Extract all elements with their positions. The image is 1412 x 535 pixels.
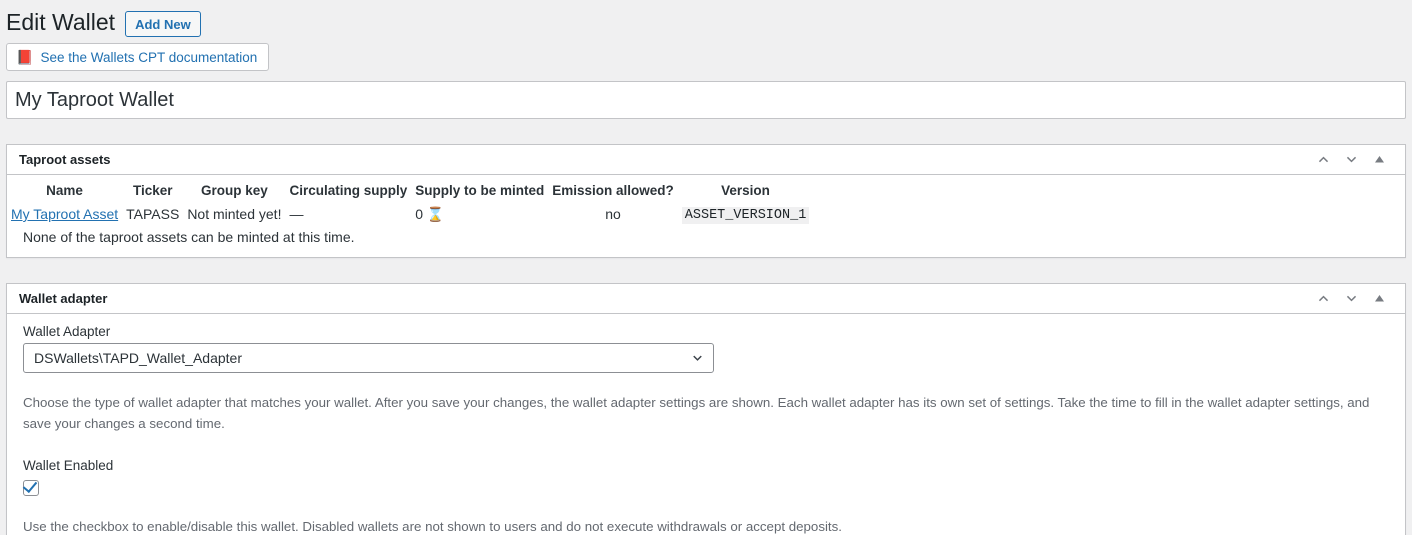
column-header-circulating-supply: Circulating supply bbox=[289, 183, 408, 198]
closed-book-icon: 📕 bbox=[16, 49, 34, 65]
cell-version: ASSET_VERSION_1 bbox=[678, 204, 814, 225]
documentation-link-button[interactable]: 📕 See the Wallets CPT documentation bbox=[6, 43, 270, 71]
cell-supply-to-be-minted: 0 ⌛ bbox=[411, 204, 548, 225]
wallet-adapter-select-row: DSWallets\TAPD_Wallet_Adapter bbox=[7, 343, 1405, 373]
taproot-assets-table-body: My Taproot Asset TAPASS Not minted yet! … bbox=[7, 204, 813, 225]
add-new-button[interactable]: Add New bbox=[125, 11, 201, 37]
cell-asset-name: My Taproot Asset bbox=[7, 204, 122, 225]
column-header-name: Name bbox=[46, 183, 83, 198]
toggle-panel-triangle-up-icon[interactable] bbox=[1365, 146, 1393, 174]
documentation-button-row: 📕 See the Wallets CPT documentation bbox=[0, 38, 1412, 71]
page-header: Edit Wallet Add New bbox=[0, 0, 1412, 38]
field-wallet-enabled: Wallet Enabled Use the checkbox to enabl… bbox=[7, 448, 1405, 535]
cell-emission-allowed: no bbox=[605, 206, 621, 222]
column-header-emission-allowed: Emission allowed? bbox=[552, 183, 674, 198]
taproot-assets-table: Name Ticker Group key Circulating supply… bbox=[7, 175, 813, 225]
cell-group-key: Not minted yet! bbox=[187, 206, 282, 222]
hourglass-icon: ⌛ bbox=[426, 205, 445, 222]
move-up-icon[interactable] bbox=[1309, 285, 1337, 313]
column-header-supply-to-be-minted: Supply to be minted bbox=[415, 183, 545, 198]
metabox-wallet-adapter-title: Wallet adapter bbox=[19, 291, 108, 306]
wallet-adapter-select[interactable]: DSWallets\TAPD_Wallet_Adapter bbox=[23, 343, 714, 373]
wallet-enabled-checkbox[interactable] bbox=[23, 479, 39, 496]
column-header-version: Version bbox=[721, 183, 770, 198]
metabox-wallet-adapter-header[interactable]: Wallet adapter bbox=[7, 284, 1405, 314]
column-header-ticker: Ticker bbox=[132, 183, 173, 198]
taproot-assets-note: None of the taproot assets can be minted… bbox=[23, 229, 355, 245]
supply-value: 0 bbox=[415, 205, 424, 222]
wallet-enabled-description: Use the checkbox to enable/disable this … bbox=[23, 519, 842, 535]
metabox-taproot-assets-actions bbox=[1309, 146, 1393, 174]
move-up-icon[interactable] bbox=[1309, 146, 1337, 174]
metabox-wallet-adapter-actions bbox=[1309, 285, 1393, 313]
move-down-icon[interactable] bbox=[1337, 285, 1365, 313]
taproot-assets-table-head: Name Ticker Group key Circulating supply… bbox=[7, 175, 813, 204]
table-header-row: Name Ticker Group key Circulating supply… bbox=[7, 175, 813, 204]
metabox-taproot-assets: Taproot assets Name Ticker Group key Cir… bbox=[6, 144, 1406, 258]
wallet-adapter-description: Choose the type of wallet adapter that m… bbox=[23, 395, 1370, 431]
field-wallet-adapter: Wallet Adapter DSWallets\TAPD_Wallet_Ada… bbox=[7, 314, 1405, 435]
wallet-enabled-checkbox-row bbox=[7, 477, 1405, 497]
toggle-panel-triangle-up-icon[interactable] bbox=[1365, 285, 1393, 313]
metabox-wallet-adapter-body: Wallet Adapter DSWallets\TAPD_Wallet_Ada… bbox=[7, 314, 1405, 535]
chevron-down-icon bbox=[690, 351, 705, 366]
documentation-link-label: See the Wallets CPT documentation bbox=[40, 49, 258, 65]
page-title: Edit Wallet bbox=[6, 9, 116, 36]
cell-circulating-supply: — bbox=[289, 206, 304, 222]
metabox-wallet-adapter: Wallet adapter Wallet Adapter DSWallets\… bbox=[6, 283, 1406, 535]
wallet-adapter-selected-value: DSWallets\TAPD_Wallet_Adapter bbox=[34, 350, 242, 366]
version-code-value: ASSET_VERSION_1 bbox=[681, 207, 810, 224]
metabox-taproot-assets-header[interactable]: Taproot assets bbox=[7, 145, 1405, 175]
wallet-title-input[interactable] bbox=[6, 81, 1406, 119]
metabox-taproot-assets-body: Name Ticker Group key Circulating supply… bbox=[7, 175, 1405, 257]
asset-name-link[interactable]: My Taproot Asset bbox=[11, 206, 118, 222]
move-down-icon[interactable] bbox=[1337, 146, 1365, 174]
cell-ticker: TAPASS bbox=[126, 206, 180, 222]
table-row: My Taproot Asset TAPASS Not minted yet! … bbox=[7, 204, 813, 225]
column-header-group-key: Group key bbox=[201, 183, 268, 198]
post-title-wrap bbox=[0, 71, 1412, 119]
wallet-adapter-label: Wallet Adapter bbox=[23, 324, 111, 339]
wallet-enabled-label: Wallet Enabled bbox=[23, 457, 114, 473]
metabox-taproot-assets-title: Taproot assets bbox=[19, 152, 111, 167]
